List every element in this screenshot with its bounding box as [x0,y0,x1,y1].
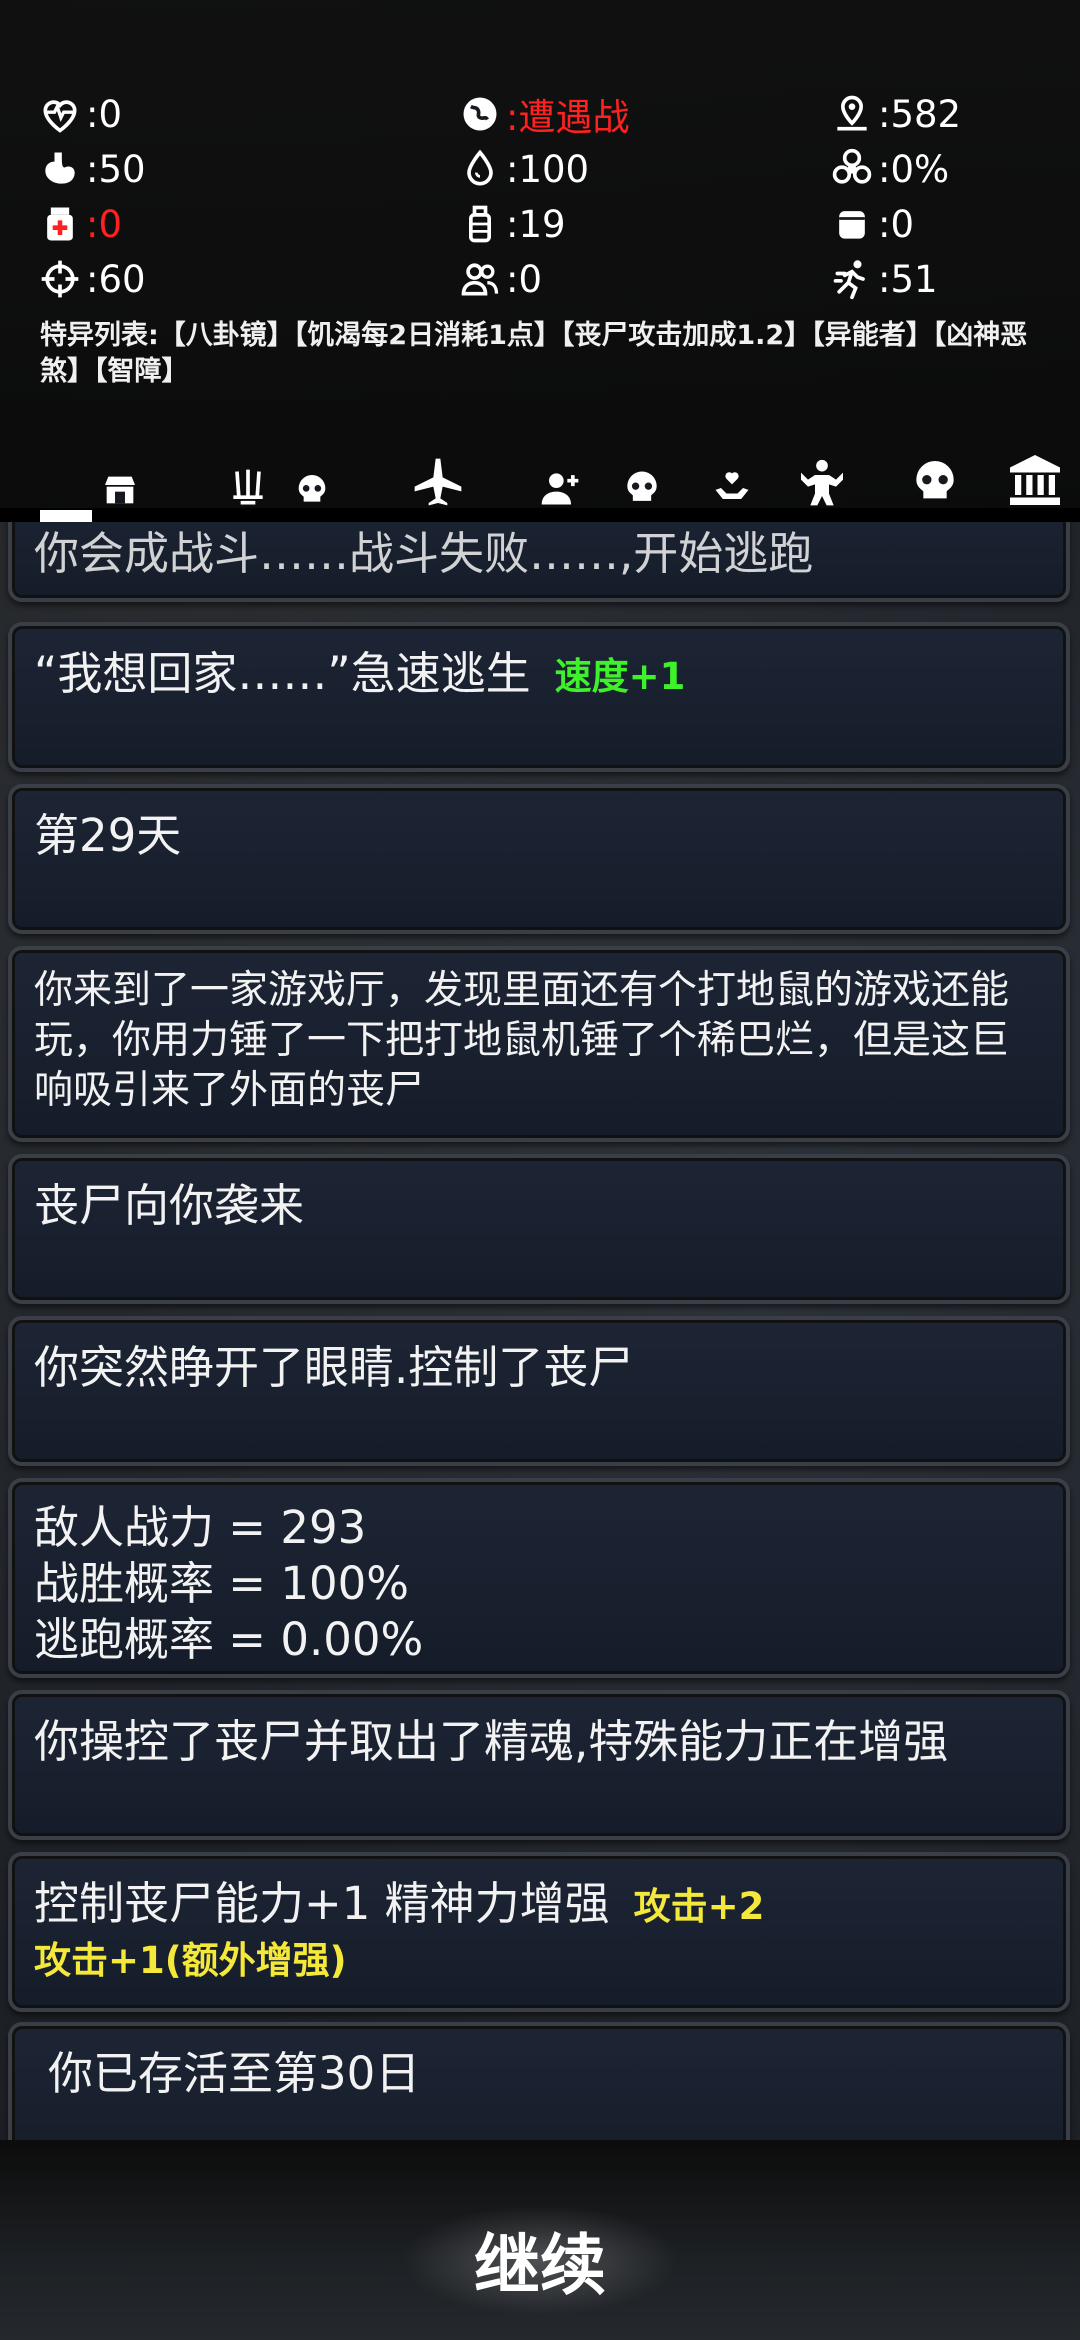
water-stat: :100 [458,145,589,193]
stomach-icon [45,152,75,184]
users-icon [461,263,499,296]
speed-stat: :51 [830,255,938,303]
biohazard-icon [832,148,872,184]
aim-stat: :60 [38,255,146,303]
battle-odds: 敌人战力 = 293 战胜概率 = 100% 逃跑概率 = 0.00% [34,1500,1036,1668]
skull-icon [916,461,954,499]
win-rate: 战胜概率 = 100% [34,1557,409,1610]
control-ability-text: 控制丧尸能力+1 精神力增强 [34,1877,610,1930]
swords-icon [233,469,263,505]
infection-stat: :0% [830,145,949,193]
escape-text: “我想回家……”急速逃生 [34,647,531,700]
log-card: 控制丧尸能力+1 精神力增强 攻击+2 攻击+1(额外增强) [8,1852,1070,2012]
control-zombie-text: 你突然睁开了眼睛.控制了丧尸 [34,1341,634,1394]
bottle-icon [469,205,491,243]
tab-recruit[interactable] [530,450,590,510]
log-card: 你会成战斗……战斗失败……,开始逃跑 [8,522,1070,602]
tab-divider [0,508,1080,522]
skull-icon [298,475,326,502]
tab-heal[interactable] [702,450,762,510]
medicine-icon [47,207,73,241]
attack-bonus-tag: 攻击+2 [633,1885,765,1928]
tab-zombies[interactable] [282,450,342,510]
log-card: 第29天 [8,784,1070,934]
tab-horde[interactable] [612,450,672,510]
health-stat: :0 [38,90,122,138]
arcade-event-text: 你来到了一家游戏厅，发现里面还有个打地鼠的游戏还能玩，你用力锤了一下把打地鼠机锤… [34,968,1010,1113]
skull-icon [627,471,657,501]
continue-button[interactable]: 继续 [390,2200,690,2320]
shop-icon [105,476,135,504]
tab-train[interactable] [792,450,852,510]
log-text: 控制丧尸能力+1 精神力增强 攻击+2 攻击+1(额外增强) [34,1876,1036,1987]
extra-attack-tag: 攻击+1(额外增强) [34,1939,347,1982]
add-user-icon [541,473,579,505]
water-drop-icon [467,149,493,186]
traits-list: 特异列表:【八卦镜】【饥渴每2日消耗1点】【丧尸攻击加成1.2】【异能者】【凶神… [40,320,1028,387]
tab-base[interactable] [1005,450,1065,510]
location-pin-icon [837,95,867,131]
zombie-attack-text: 丧尸向你袭来 [34,1179,305,1232]
speed-bonus-tag: 速度+1 [554,655,686,698]
bank-icon [1010,455,1060,505]
tab-shop[interactable] [90,450,150,510]
log-text: “我想回家……”急速逃生 速度+1 [34,646,1036,705]
globe-icon [463,97,497,131]
tab-weapons[interactable] [218,450,278,510]
active-tab-indicator [40,510,92,522]
event-log[interactable]: 你会成战斗……战斗失败……,开始逃跑 “我想回家……”急速逃生 速度+1 第29天… [0,522,1080,2142]
log-card: “我想回家……”急速逃生 速度+1 [8,622,1070,772]
escape-rate: 逃跑概率 = 0.00% [34,1613,424,1666]
airplane-icon [414,458,462,506]
crosshair-icon [41,260,79,298]
encounter-stat: :遭遇战 [458,90,629,139]
log-text: 你会成战斗……战斗失败……,开始逃跑 [34,527,814,580]
status-panel: :0 :遭遇战 :582 :50 :100 :0% :0 :19 :0 :60 … [0,0,1080,522]
food-can-icon [839,211,865,239]
heart-pulse-icon [43,100,77,133]
companions-stat: :0 [458,255,542,303]
enemy-power: 敌人战力 = 293 [34,1501,367,1554]
log-card: 你已存活至第30日 [8,2022,1070,2142]
running-icon [833,260,865,300]
healing-hand-icon [715,472,749,499]
tab-boss[interactable] [905,450,965,510]
day-text: 第29天 [34,809,182,862]
log-card: 你来到了一家游戏厅，发现里面还有个打地鼠的游戏还能玩，你用力锤了一下把打地鼠机锤… [8,946,1070,1142]
medicine-stat: :0 [38,200,122,248]
bottle-stat: :19 [458,200,566,248]
tab-travel[interactable] [408,450,468,510]
distance-stat: :582 [830,90,961,138]
muscle-icon [801,459,843,506]
food-stat: :0 [830,200,914,248]
survived-text: 你已存活至第30日 [48,2047,421,2100]
log-card: 你操控了丧尸并取出了精魂,特殊能力正在增强 [8,1690,1070,1840]
hunger-stat: :50 [38,145,146,193]
extract-soul-text: 你操控了丧尸并取出了精魂,特殊能力正在增强 [34,1715,949,1768]
log-card: 你突然睁开了眼睛.控制了丧尸 [8,1316,1070,1466]
log-card: 丧尸向你袭来 [8,1154,1070,1304]
battle-odds-card: 敌人战力 = 293 战胜概率 = 100% 逃跑概率 = 0.00% [8,1478,1070,1678]
